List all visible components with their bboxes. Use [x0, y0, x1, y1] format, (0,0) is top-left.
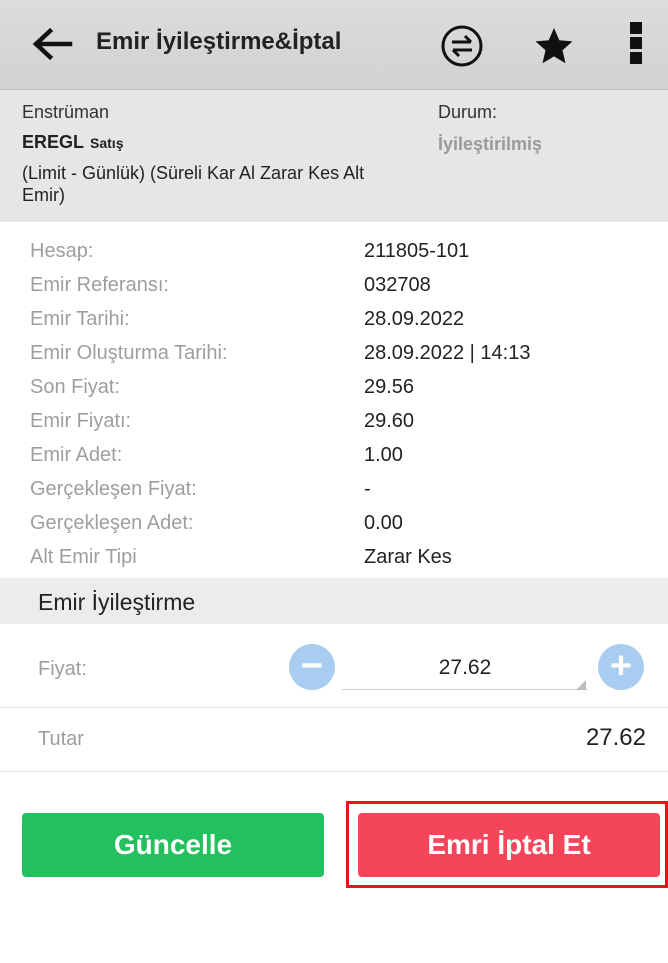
detail-value: 28.09.2022 | 14:13 — [364, 342, 531, 364]
detail-value: 0.00 — [364, 512, 403, 534]
total-value: 27.62 — [585, 724, 646, 751]
detail-row: Hesap: 211805-101 — [0, 230, 668, 263]
status-value: İyileştirilmiş — [438, 134, 543, 154]
detail-row: Son Fiyat: 29.56 — [0, 366, 668, 399]
arrow-left-icon — [32, 27, 73, 61]
order-description: (Limit - Günlük) (Süreli Kar Al Zarar Ke… — [22, 163, 365, 205]
order-details: Hesap: 211805-101 Emir Referansı: 032708 E… — [0, 222, 668, 578]
detail-value: 211805-101 — [364, 240, 470, 262]
detail-row: Emir Adet: 1.00 — [0, 434, 668, 467]
detail-label: Hesap: — [30, 240, 94, 262]
detail-value: 1.00 — [364, 444, 403, 466]
detail-row: Alt Emir Tipi Zarar Kes — [0, 536, 668, 569]
detail-row: Emir Tarihi: 28.09.2022 — [0, 298, 668, 331]
detail-label: Alt Emir Tipi — [30, 546, 137, 568]
detail-row: Emir Referansı: 032708 — [0, 264, 668, 297]
total-row: Tutar 27.62 — [0, 708, 668, 772]
star-icon — [535, 28, 573, 64]
price-row: Fiyat: − + — [0, 624, 668, 708]
detail-value: 28.09.2022 — [364, 308, 465, 330]
order-side: Satış — [90, 135, 124, 151]
section-title: Emir İyileştirme — [38, 589, 196, 615]
detail-value: 29.60 — [364, 410, 415, 432]
update-button[interactable]: Güncelle — [22, 813, 324, 877]
increase-price-button[interactable]: + — [598, 644, 644, 690]
swap-icon — [441, 25, 483, 67]
back-button[interactable] — [30, 26, 74, 62]
edit-section-header: Emir İyileştirme — [0, 578, 668, 624]
input-resize-corner — [576, 680, 586, 690]
cancel-order-button[interactable]: Emri İptal Et — [358, 813, 660, 877]
instrument-label: Enstrüman — [22, 102, 110, 122]
detail-row: Gerçekleşen Fiyat: - — [0, 468, 668, 501]
detail-label: Emir Fiyatı: — [30, 410, 132, 432]
page-title: Emir İyileştirme&İptal — [96, 28, 342, 55]
price-input[interactable] — [342, 646, 588, 690]
instrument-symbol: EREGL Satış — [22, 132, 123, 153]
detail-row: Emir Fiyatı: 29.60 — [0, 400, 668, 433]
detail-value: - — [364, 478, 371, 500]
detail-value: 032708 — [364, 274, 431, 296]
status-label: Durum: — [438, 102, 498, 122]
detail-value: Zarar Kes — [364, 546, 452, 568]
detail-label: Son Fiyat: — [30, 376, 121, 398]
detail-label: Emir Oluşturma Tarihi: — [30, 342, 228, 364]
more-options-button[interactable] — [628, 22, 644, 68]
price-label: Fiyat: — [38, 658, 87, 680]
more-vertical-icon — [630, 22, 642, 34]
detail-label: Gerçekleşen Adet: — [30, 512, 194, 534]
app-toolbar: Emir İyileştirme&İptal — [0, 0, 668, 90]
detail-row: Gerçekleşen Adet: 0.00 — [0, 502, 668, 535]
favorite-button[interactable] — [532, 24, 576, 68]
detail-label: Emir Referansı: — [30, 274, 169, 296]
detail-label: Emir Adet: — [30, 444, 123, 466]
total-label: Tutar — [38, 728, 84, 750]
detail-value: 29.56 — [364, 376, 415, 398]
order-summary: Enstrüman EREGL Satış (Limit - Günlük) (S… — [0, 90, 668, 222]
detail-label: Gerçekleşen Fiyat: — [30, 478, 197, 500]
detail-label: Emir Tarihi: — [30, 308, 130, 330]
decrease-price-button[interactable]: − — [289, 644, 335, 690]
swap-button[interactable] — [440, 24, 484, 68]
detail-row: Emir Oluşturma Tarihi: 28.09.2022 | 14:13 — [0, 332, 668, 365]
symbol-text: EREGL — [22, 132, 85, 152]
